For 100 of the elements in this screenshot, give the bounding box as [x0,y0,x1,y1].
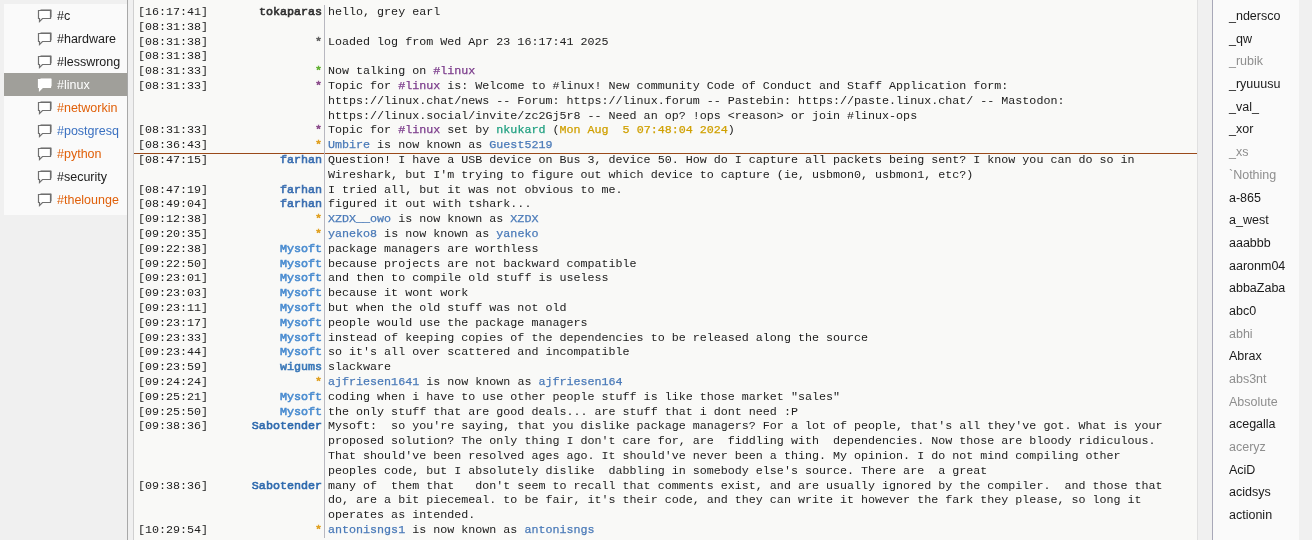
nickname: farhan [279,182,322,197]
timestamp: [09:38:36] [138,419,209,434]
user-item[interactable]: aaabbb [1229,235,1271,250]
timestamp: [09:23:59] [138,360,209,375]
message-text: coding when i have to use other people stuff is like those market "sales" [328,389,840,405]
timestamp: [08:31:38] [138,34,209,49]
timestamp: [08:31:33] [138,79,209,93]
timestamp: [08:36:43] [138,138,209,153]
message-text: the only stuff that are good deals... are stuff that i dont need :P [328,404,798,420]
timestamp: [09:23:33] [138,330,209,345]
scrollbar[interactable] [1197,0,1213,540]
user-item[interactable]: Abrax [1229,349,1262,364]
user-item[interactable]: actionin [1229,508,1273,523]
nickname: Mysoft [279,345,322,360]
timestamp: [09:23:17] [138,315,209,330]
timestamp: [09:20:35] [138,226,209,241]
timestamp: [09:22:50] [138,256,209,271]
timestamp: [08:49:04] [138,197,209,212]
timestamp: [09:38:36] [138,478,209,493]
nickname: * [315,79,322,93]
channel-item[interactable]: #thelounge [4,188,127,211]
message-text: and then to compile old stuff is useless [328,271,609,287]
user-item[interactable]: abbaZaba [1229,281,1286,296]
message-text: people would use the package managers [328,315,588,331]
nickname: Mysoft [279,315,322,330]
speech-bubble-icon [37,54,52,69]
nickname: * [315,212,322,227]
timestamp: [08:31:33] [138,123,209,138]
nickname: * [315,226,322,241]
message-text: figured it out with tshark... [328,197,532,213]
speech-bubble-icon [37,123,52,138]
message-text: Loaded log from Wed Apr 23 16:17:41 2025 [328,34,609,50]
channel-item[interactable]: #c [4,4,127,27]
nickname: Mysoft [279,404,322,419]
timestamp: [10:29:54] [138,522,209,537]
nickname: Mysoft [279,300,322,315]
message-text: hello, grey earl [328,5,441,20]
nickname: * [315,522,322,537]
nickname: * [315,374,322,389]
timestamp: [09:12:38] [138,212,209,227]
speech-bubble-icon [37,169,52,184]
channel-item[interactable]: #postgresq [4,119,127,142]
timestamp: [09:24:24] [138,374,209,389]
nickname: Mysoft [279,271,322,286]
user-item[interactable]: _ndersco [1229,9,1281,23]
message-text: Umbire is now known as Guest5219 [328,138,553,153]
timestamp: [09:23:01] [138,271,209,286]
message-text: but when the old stuff was not old [328,300,567,316]
user-item[interactable]: aaronm04 [1229,258,1286,273]
nickname: * [315,34,322,49]
timestamp: [08:31:38] [138,49,209,64]
channel-item[interactable]: #security [4,165,127,188]
channel-item[interactable]: #python [4,142,127,165]
user-item[interactable]: _xor [1229,122,1254,137]
user-item[interactable]: acegalla [1229,417,1276,432]
message-text: because projects are not backward compatible [328,256,637,272]
user-item[interactable]: _qw [1229,31,1252,46]
timestamp: [09:25:21] [138,389,209,404]
user-item[interactable]: _val_ [1229,99,1259,114]
message-text: so it's all over scattered and incompatible [328,345,630,361]
nickname: * [315,138,322,153]
message-text: antonisngs1 is now known as antonisngs [328,522,595,538]
timestamp: [08:47:19] [138,182,209,197]
timestamp: [16:17:41] [138,5,209,19]
message-text: many of them that don't seem to recall that comments exist, and are usually ignored by the compiler. and those that do, are a bit piecemeal. to be fair, it's their code, and they can write it however the fark they please, so long it operates as intended. [328,478,1163,523]
speech-bubble-icon [37,100,52,115]
user-item[interactable]: acidsys [1229,485,1271,500]
channel-item[interactable]: #networkin [4,96,127,119]
timestamp: [09:23:03] [138,286,209,301]
message-text: Now talking on #linux [328,64,476,79]
channel-item[interactable]: #lesswrong [4,50,127,73]
user-item[interactable]: abc0 [1229,303,1257,318]
nickname: Sabotender [251,478,322,493]
nickname: Sabotender [251,419,322,434]
message-text: Topic for #linux set by nkukard (Mon Aug 5 07:48:04 2024) [328,123,735,139]
timestamp: [09:25:50] [138,404,209,419]
speech-bubble-icon [37,146,52,161]
nickname: tokaparas [258,5,322,19]
speech-bubble-icon [37,8,52,23]
nickname: * [315,64,322,79]
speech-bubble-icon [37,31,52,46]
nickname: Mysoft [279,286,322,301]
message-text: XZDX__owo is now known as XZDX [328,212,539,227]
message-text: slackware [328,360,392,375]
user-item[interactable]: AciD [1229,462,1256,477]
message-text: ajfriesen1641 is now known as ajfriesen164 [328,374,623,390]
timestamp: [08:31:38] [138,19,209,34]
message-text: because it wont work [328,286,469,301]
timestamp: [09:22:38] [138,241,209,256]
timestamp: [09:23:11] [138,300,209,315]
message-text: instead of keeping copies of the dependencies to be released along the source [328,330,869,346]
nickname: Mysoft [279,241,322,256]
channel-item[interactable]: #hardware [4,27,127,50]
nickname: Mysoft [279,389,322,404]
nickname: * [315,123,322,138]
user-item[interactable]: a-865 [1229,190,1261,205]
user-item[interactable]: a_west [1229,213,1269,228]
user-item[interactable]: _ryuuusu [1229,77,1281,92]
nickname: Mysoft [279,256,322,271]
message-text: Question! I have a USB device on Bus 3, device 50. How do I capture all packets being sent? I know you can do so in Wireshark, but I'm trying to figure out which device to capture (ie, usbmon0, usbmon1, etc?) [328,152,1135,183]
